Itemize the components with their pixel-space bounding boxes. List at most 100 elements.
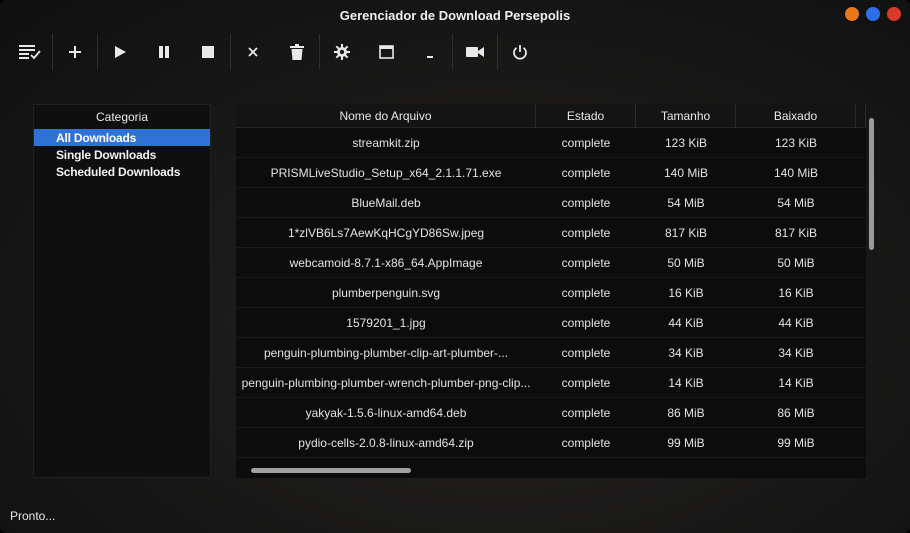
cell-downloaded: 140 MiB <box>773 165 819 180</box>
cell-status: complete <box>561 195 611 210</box>
cell-filename: yakyak-1.5.6-linux-amd64.deb <box>305 405 467 420</box>
add-download-button[interactable] <box>53 30 97 74</box>
cell-filename: 1*zlVB6Ls7AewKqHCgYD86Sw.jpeg <box>287 225 485 240</box>
horizontal-scroll-thumb[interactable] <box>251 468 411 473</box>
cell-filename: webcamoid-8.7.1-x86_64.AppImage <box>289 255 483 270</box>
queue-list-button[interactable] <box>8 30 52 74</box>
column-header-size[interactable]: Tamanho <box>636 104 736 127</box>
cell-size: 50 MiB <box>667 255 705 270</box>
cell-size: 123 KiB <box>664 135 708 150</box>
cell-size: 140 MiB <box>663 165 709 180</box>
cell-size: 817 KiB <box>664 225 708 240</box>
cell-filename: BlueMail.deb <box>351 195 421 210</box>
table-row[interactable]: penguin-plumbing-plumber-clip-art-plumbe… <box>236 338 866 368</box>
toolbar <box>8 30 908 74</box>
window-title: Gerenciador de Download Persepolis <box>339 7 571 23</box>
category-panel: Categoria All Downloads Single Downloads… <box>33 104 211 478</box>
cell-filename: penguin-plumbing-plumber-clip-art-plumbe… <box>263 345 509 360</box>
stop-button[interactable] <box>186 30 230 74</box>
cell-filename: 1579201_1.jpg <box>346 315 426 330</box>
pause-icon <box>159 46 169 58</box>
close-icon <box>248 47 258 57</box>
cell-downloaded: 99 MiB <box>777 435 815 450</box>
video-finder-button[interactable] <box>453 30 497 74</box>
cell-downloaded: 14 KiB <box>778 375 814 390</box>
category-single-downloads[interactable]: Single Downloads <box>34 146 210 163</box>
minimize-window-button[interactable] <box>845 7 859 21</box>
cell-size: 34 KiB <box>668 345 704 360</box>
cell-status: complete <box>561 255 611 270</box>
queue-list-icon <box>19 45 41 60</box>
maximize-window-button[interactable] <box>866 7 880 21</box>
column-header-extra <box>856 104 866 127</box>
cell-status: complete <box>561 135 611 150</box>
cell-downloaded: 123 KiB <box>774 135 818 150</box>
cell-filename: pydio-cells-2.0.8-linux-amd64.zip <box>298 435 474 450</box>
close-window-button[interactable] <box>887 7 901 21</box>
cell-status: complete <box>561 435 611 450</box>
table-row[interactable]: streamkit.zip complete 123 KiB 123 KiB <box>236 128 866 158</box>
cell-status: complete <box>561 225 611 240</box>
cell-size: 86 MiB <box>667 405 705 420</box>
cell-downloaded: 44 KiB <box>778 315 814 330</box>
shutdown-button[interactable] <box>498 30 542 74</box>
table-header: Nome do Arquivo Estado Tamanho Baixado <box>236 104 866 128</box>
status-text: Pronto... <box>10 509 56 523</box>
cell-downloaded: 50 MiB <box>777 255 815 270</box>
trash-icon <box>290 44 304 60</box>
cell-filename: PRISMLiveStudio_Setup_x64_2.1.1.71.exe <box>270 165 502 180</box>
cell-filename: streamkit.zip <box>352 135 420 150</box>
minimize-to-tray-button[interactable] <box>364 30 408 74</box>
move-down-button[interactable] <box>408 30 452 74</box>
pause-button[interactable] <box>142 30 186 74</box>
category-header: Categoria <box>95 110 149 124</box>
column-header-downloaded[interactable]: Baixado <box>736 104 856 127</box>
cell-size: 16 KiB <box>668 285 704 300</box>
stop-icon <box>202 46 214 58</box>
table-row[interactable]: PRISMLiveStudio_Setup_x64_2.1.1.71.exe co… <box>236 158 866 188</box>
table-row[interactable]: 1*zlVB6Ls7AewKqHCgYD86Sw.jpeg complete 817… <box>236 218 866 248</box>
cell-filename: penguin-plumbing-plumber-wrench-plumber-… <box>241 375 531 390</box>
delete-button[interactable] <box>275 30 319 74</box>
cell-downloaded: 16 KiB <box>778 285 814 300</box>
cell-status: complete <box>561 315 611 330</box>
settings-button[interactable] <box>320 30 364 74</box>
video-camera-icon <box>466 47 484 57</box>
cell-filename: plumberpenguin.svg <box>331 285 441 300</box>
cell-downloaded: 34 KiB <box>778 345 814 360</box>
column-header-filename[interactable]: Nome do Arquivo <box>236 104 536 127</box>
category-scheduled-downloads[interactable]: Scheduled Downloads <box>34 163 210 180</box>
title-bar: Gerenciador de Download Persepolis <box>0 0 910 30</box>
cell-status: complete <box>561 285 611 300</box>
cell-status: complete <box>561 345 611 360</box>
resume-button[interactable] <box>98 30 142 74</box>
table-row[interactable]: plumberpenguin.svg complete 16 KiB 16 KiB <box>236 278 866 308</box>
table-row[interactable]: pydio-cells-2.0.8-linux-amd64.zip complet… <box>236 428 866 458</box>
category-all-downloads[interactable]: All Downloads <box>34 129 210 146</box>
cell-status: complete <box>561 405 611 420</box>
play-icon <box>115 46 126 58</box>
cell-size: 44 KiB <box>668 315 704 330</box>
cell-size: 14 KiB <box>668 375 704 390</box>
table-row[interactable]: penguin-plumbing-plumber-wrench-plumber-… <box>236 368 866 398</box>
power-icon <box>513 45 527 60</box>
vertical-scroll-thumb[interactable] <box>869 118 874 250</box>
downloads-table: Nome do Arquivo Estado Tamanho Baixado s… <box>236 104 866 478</box>
column-header-status[interactable]: Estado <box>536 104 636 127</box>
cell-downloaded: 86 MiB <box>777 405 815 420</box>
remove-button[interactable] <box>231 30 275 74</box>
window-controls <box>845 7 901 21</box>
cell-size: 54 MiB <box>667 195 705 210</box>
add-icon <box>69 46 81 58</box>
cell-downloaded: 54 MiB <box>777 195 815 210</box>
table-row[interactable]: webcamoid-8.7.1-x86_64.AppImage complete 5… <box>236 248 866 278</box>
app-window: Gerenciador de Download Persepolis Categ… <box>0 0 910 533</box>
cell-downloaded: 817 KiB <box>774 225 818 240</box>
table-row[interactable]: BlueMail.deb complete 54 MiB 54 MiB <box>236 188 866 218</box>
vertical-scrollbar[interactable] <box>866 104 878 464</box>
table-row[interactable]: yakyak-1.5.6-linux-amd64.deb complete 86 M… <box>236 398 866 428</box>
window-icon <box>378 45 394 59</box>
minus-icon <box>427 56 433 58</box>
table-row[interactable]: 1579201_1.jpg complete 44 KiB 44 KiB <box>236 308 866 338</box>
horizontal-scrollbar[interactable] <box>236 464 866 478</box>
